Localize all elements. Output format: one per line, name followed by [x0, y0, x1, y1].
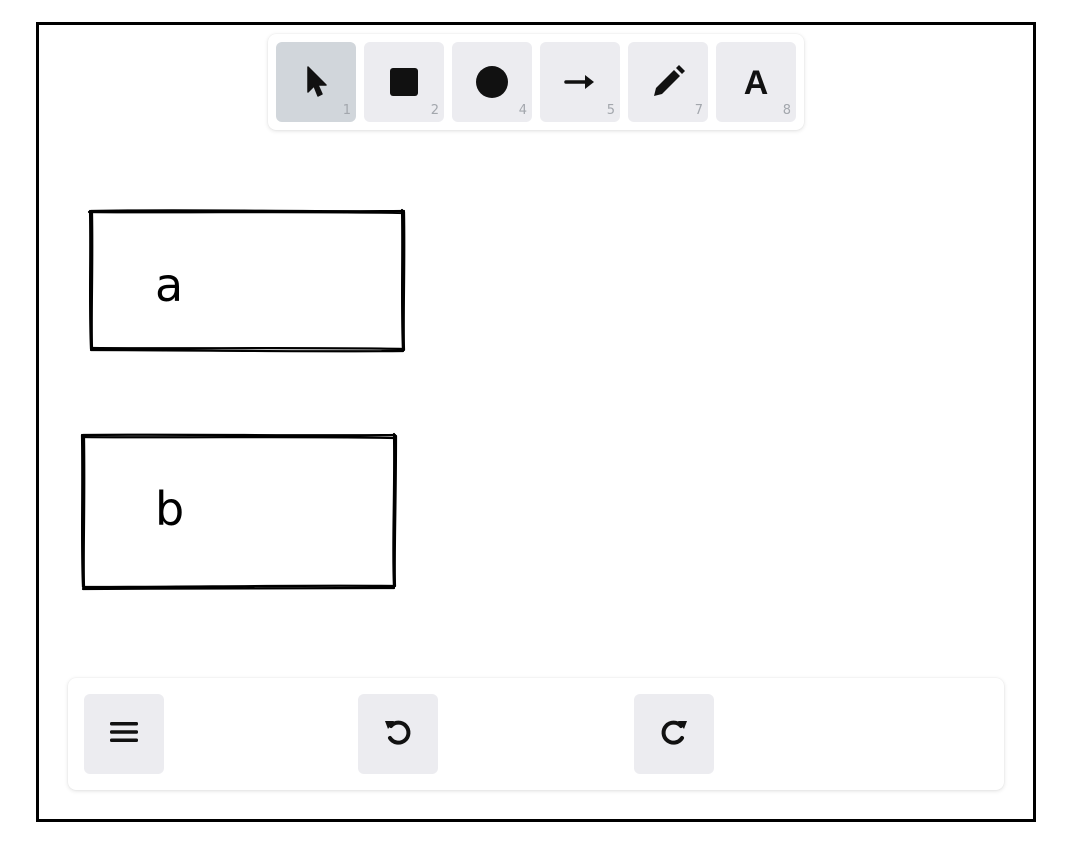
ellipse-tool-button[interactable]: 4	[452, 42, 532, 122]
shortcut-hint: 7	[694, 103, 703, 118]
shape-label-b: b	[155, 482, 184, 536]
hamburger-menu-icon	[109, 720, 139, 748]
app-frame: a b 1 2 4 5 7 A 8	[36, 22, 1036, 822]
text-tool-button[interactable]: A 8	[716, 42, 796, 122]
shortcut-hint: 8	[782, 103, 791, 118]
arrow-tool-button[interactable]: 5	[540, 42, 620, 122]
shortcut-hint: 5	[606, 103, 615, 118]
rectangle-tool-button[interactable]: 2	[364, 42, 444, 122]
shortcut-hint: 1	[342, 103, 351, 118]
bottom-action-bar	[68, 678, 1004, 790]
text-tool-glyph: A	[743, 64, 769, 102]
shape-label-a: a	[155, 258, 183, 312]
shortcut-hint: 4	[518, 103, 527, 118]
undo-icon	[382, 716, 414, 752]
draw-tool-button[interactable]: 7	[628, 42, 708, 122]
tool-toolbar: 1 2 4 5 7 A 8	[268, 34, 804, 130]
menu-button[interactable]	[84, 694, 164, 774]
redo-icon	[658, 716, 690, 752]
rectangle-shape-b[interactable]: b	[80, 432, 398, 591]
shortcut-hint: 2	[430, 103, 439, 118]
redo-button[interactable]	[634, 694, 714, 774]
select-tool-button[interactable]: 1	[276, 42, 356, 122]
rectangle-shape-a[interactable]: a	[87, 208, 406, 353]
undo-button[interactable]	[358, 694, 438, 774]
